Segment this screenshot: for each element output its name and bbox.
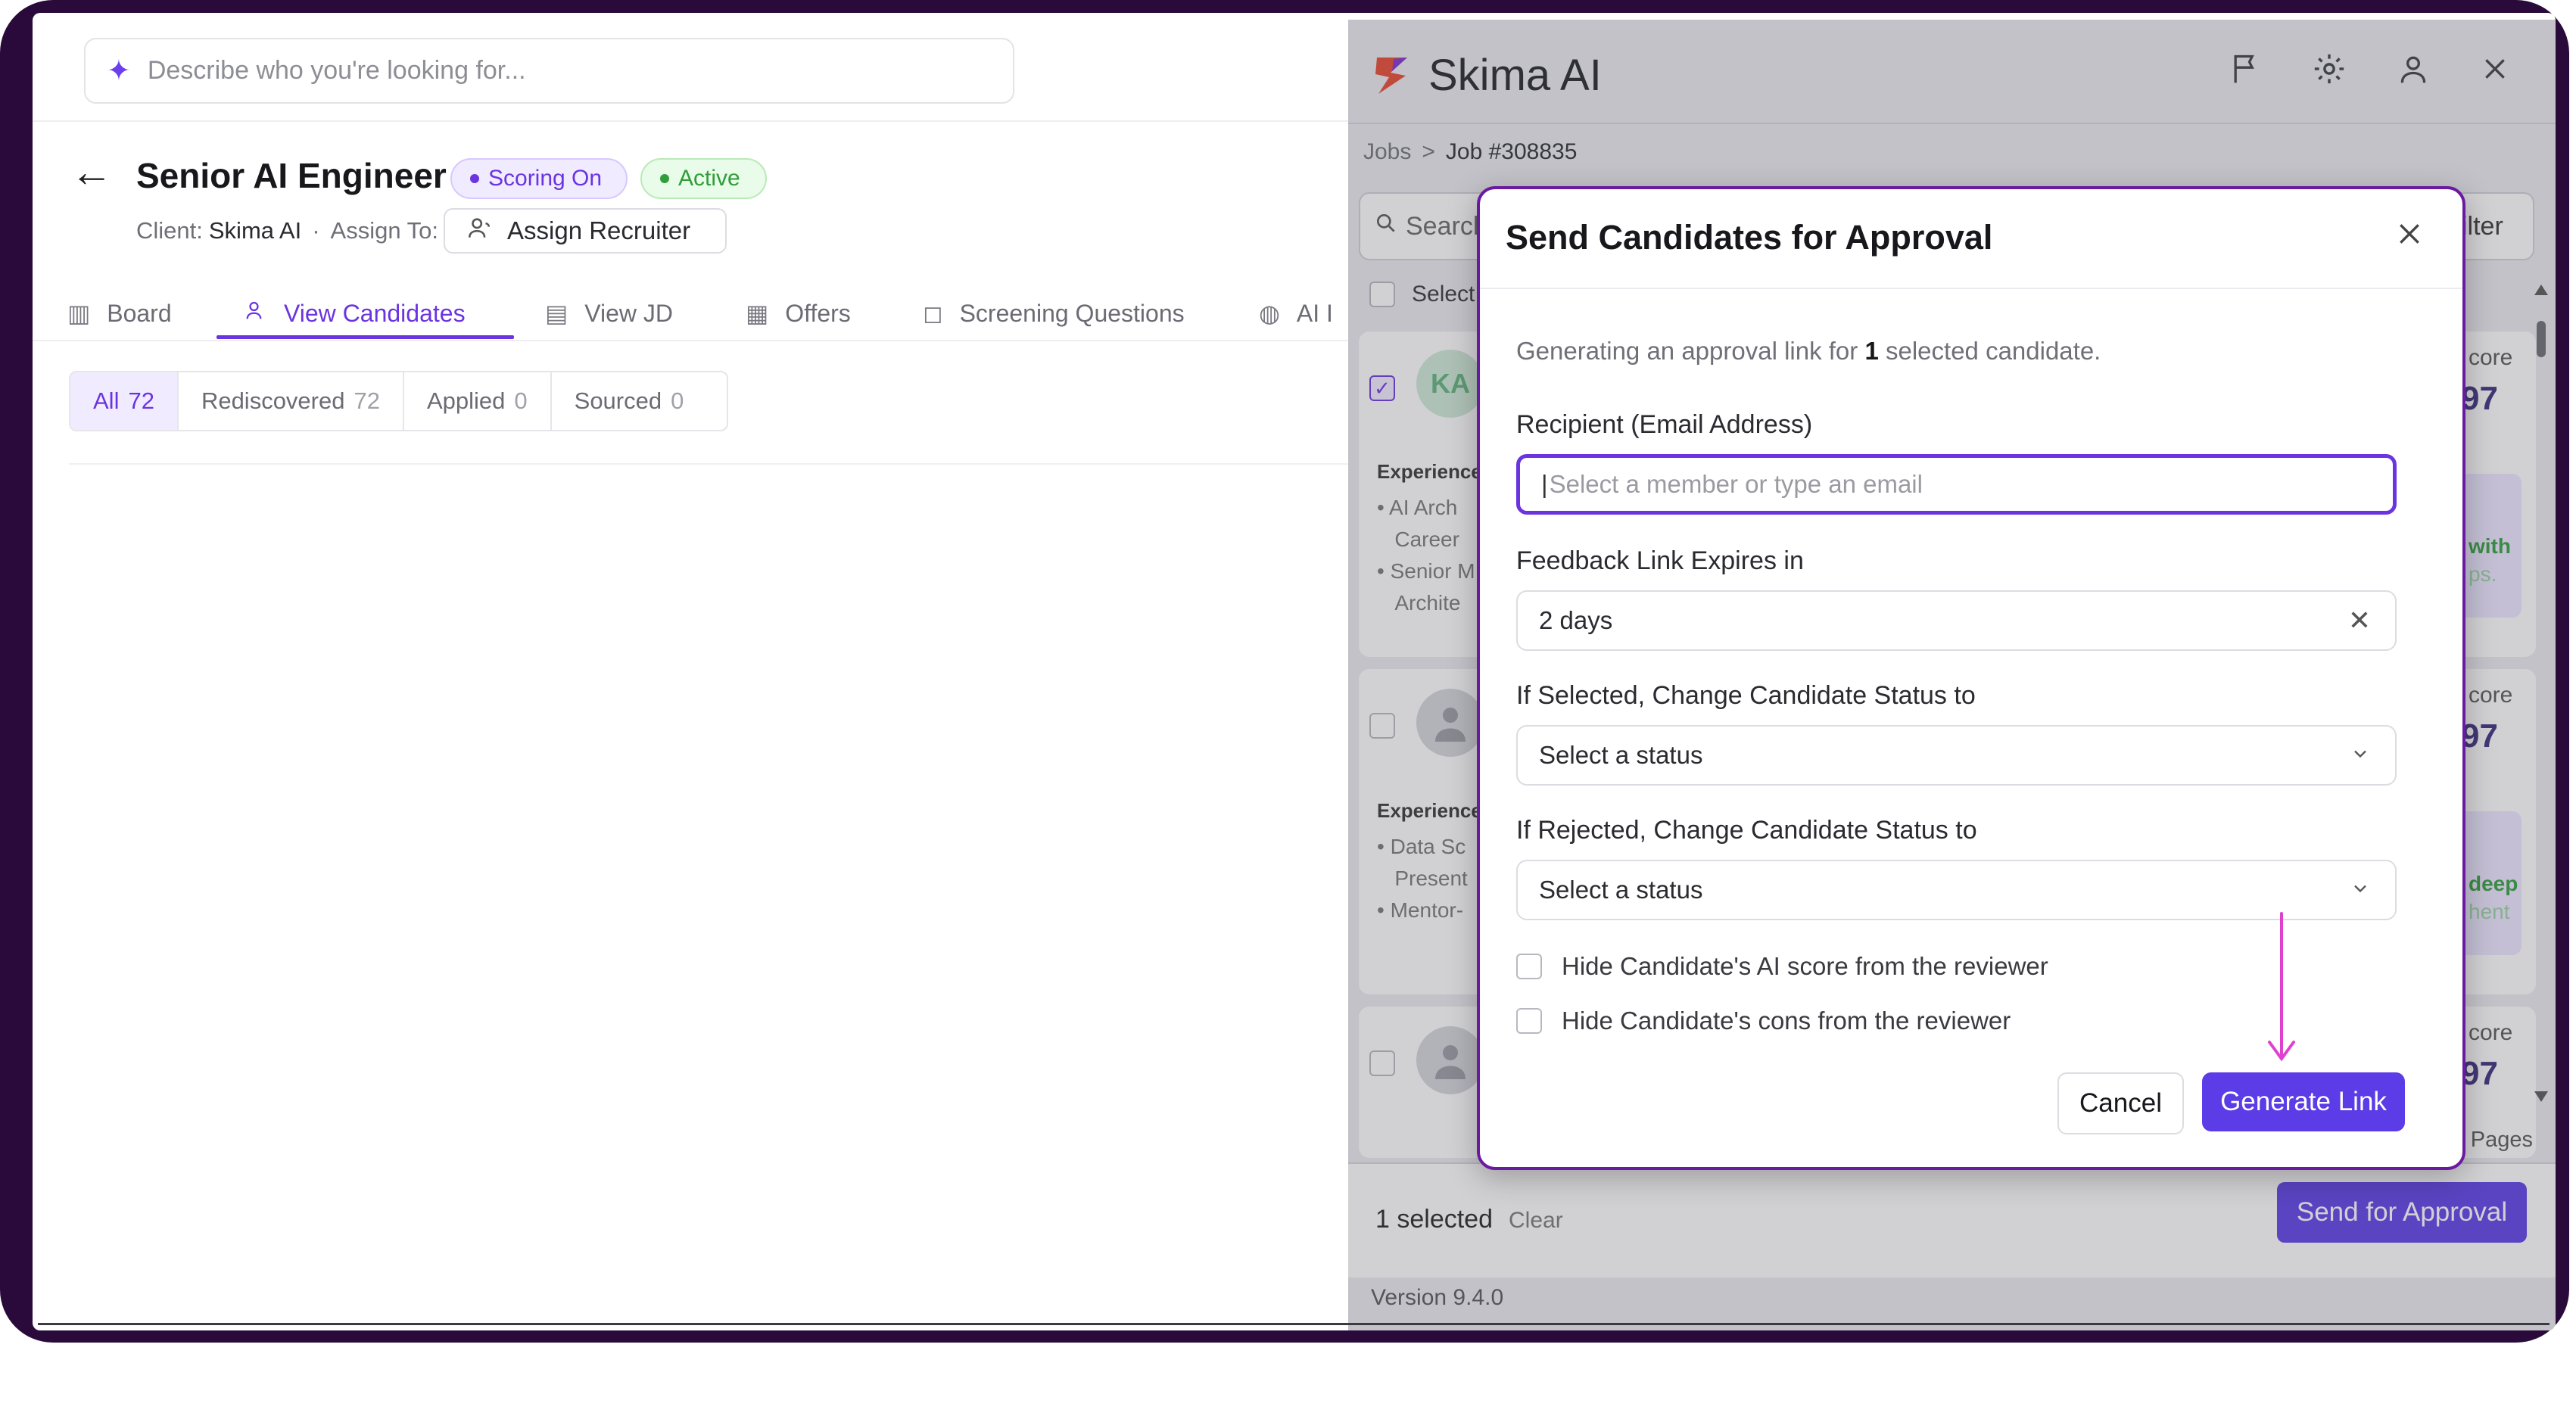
- filter-all[interactable]: All 72: [70, 372, 179, 430]
- client-info: Client: Skima AI · Assign To:: [136, 217, 438, 244]
- hide-score-checkbox[interactable]: [1516, 954, 1542, 979]
- tab-offers-label: Offers: [785, 299, 851, 327]
- filter-applied-label: Applied: [426, 387, 506, 414]
- send-approval-modal: Send Candidates for Approval Generating …: [1477, 186, 2465, 1170]
- assign-label: Assign To:: [330, 217, 438, 244]
- assign-recruiter-label: Assign Recruiter: [507, 216, 691, 244]
- rejected-status-value: Select a status: [1539, 876, 1703, 904]
- active-badge: Active: [640, 158, 767, 199]
- header-divider: [33, 120, 1350, 122]
- text-cursor: |: [1541, 470, 1548, 498]
- tab-view-candidates-label: View Candidates: [284, 299, 466, 327]
- tab-board[interactable]: ▥ Board: [67, 287, 172, 340]
- scoring-badge: Scoring On: [450, 158, 628, 199]
- hide-score-label: Hide Candidate's AI score from the revie…: [1562, 952, 2048, 980]
- filter-sourced[interactable]: Sourced 0: [552, 372, 707, 430]
- clear-icon[interactable]: ✕: [2348, 605, 2371, 636]
- selected-status-label: If Selected, Change Candidate Status to: [1516, 681, 1976, 710]
- tab-ai-label: AI I: [1296, 299, 1333, 327]
- search-placeholder: Describe who you're looking for...: [147, 56, 526, 85]
- filter-rediscovered-count: 72: [354, 387, 380, 414]
- recipient-placeholder: Select a member or type an email: [1549, 470, 1923, 498]
- hide-score-option[interactable]: Hide Candidate's AI score from the revie…: [1516, 952, 2048, 981]
- cancel-button[interactable]: Cancel: [2057, 1072, 2184, 1134]
- user-plus-icon: [466, 215, 492, 247]
- selected-status-value: Select a status: [1539, 741, 1703, 769]
- offer-icon: ▦: [746, 300, 769, 327]
- candidate-filter-segments: All 72 Rediscovered 72 Applied 0 Sourced…: [69, 371, 728, 431]
- active-badge-label: Active: [678, 166, 740, 191]
- filter-all-label: All: [93, 387, 120, 414]
- chevron-down-icon: [2350, 739, 2371, 771]
- status-dot-icon: [470, 174, 479, 183]
- selected-status-select[interactable]: Select a status: [1516, 725, 2397, 786]
- job-title: Senior AI Engineer: [136, 156, 447, 195]
- tabs-divider: [33, 340, 1350, 341]
- modal-title: Send Candidates for Approval: [1506, 218, 1993, 257]
- desc-count: 1: [1864, 337, 1879, 365]
- back-arrow-icon[interactable]: ←: [70, 151, 113, 193]
- chat-question-icon: ◻: [923, 300, 943, 327]
- expires-value: 2 days: [1539, 606, 1613, 634]
- assign-recruiter-button[interactable]: Assign Recruiter: [444, 208, 727, 254]
- board-icon: ▥: [67, 300, 91, 327]
- separator: ·: [312, 217, 320, 244]
- hide-cons-checkbox[interactable]: [1516, 1008, 1542, 1034]
- tab-view-jd[interactable]: ▤ View JD: [545, 287, 673, 340]
- hide-cons-option[interactable]: Hide Candidate's cons from the reviewer: [1516, 1007, 2011, 1035]
- filter-rediscovered-label: Rediscovered: [201, 387, 345, 414]
- filter-sourced-count: 0: [671, 387, 684, 414]
- rejected-status-select[interactable]: Select a status: [1516, 860, 2397, 920]
- expires-label: Feedback Link Expires in: [1516, 546, 1804, 575]
- client-value: Skima AI: [208, 217, 302, 244]
- users-icon: [245, 299, 267, 328]
- tab-screening-questions[interactable]: ◻ Screening Questions: [923, 287, 1185, 340]
- annotation-arrow-icon: [2266, 912, 2297, 1063]
- client-label: Client:: [136, 217, 203, 244]
- filter-applied-count: 0: [514, 387, 528, 414]
- window-bottom-edge: [38, 1323, 2550, 1325]
- recipient-email-input[interactable]: | Select a member or type an email: [1516, 454, 2397, 515]
- recipient-label: Recipient (Email Address): [1516, 410, 1813, 439]
- filter-applied[interactable]: Applied 0: [404, 372, 552, 430]
- generate-link-button[interactable]: Generate Link: [2202, 1072, 2405, 1131]
- content-divider: [69, 463, 1356, 465]
- hide-cons-label: Hide Candidate's cons from the reviewer: [1562, 1007, 2011, 1035]
- tab-screening-questions-label: Screening Questions: [959, 299, 1185, 327]
- desc-prefix: Generating an approval link for: [1516, 337, 1858, 365]
- scoring-badge-label: Scoring On: [488, 166, 603, 191]
- tab-view-candidates[interactable]: View Candidates: [245, 287, 466, 340]
- filter-rediscovered[interactable]: Rediscovered 72: [179, 372, 404, 430]
- filter-sourced-label: Sourced: [574, 387, 662, 414]
- modal-description: Generating an approval link for 1 select…: [1516, 337, 2101, 366]
- status-dot-icon: [660, 174, 669, 183]
- expires-select[interactable]: 2 days ✕: [1516, 590, 2397, 651]
- tab-view-jd-label: View JD: [584, 299, 674, 327]
- document-icon: ▤: [545, 300, 568, 327]
- candidate-search-bar[interactable]: ✦ Describe who you're looking for...: [84, 38, 1014, 104]
- sparkle-icon: ✦: [107, 55, 131, 87]
- ai-brain-icon: ◍: [1259, 300, 1280, 327]
- app-window: ✦ Describe who you're looking for... ← S…: [33, 13, 2556, 1330]
- desc-suffix: selected candidate.: [1885, 337, 2101, 365]
- filter-all-count: 72: [128, 387, 154, 414]
- modal-header-divider: [1480, 288, 2462, 289]
- close-icon[interactable]: [2394, 213, 2425, 256]
- active-tab-indicator: [216, 335, 514, 339]
- tab-board-label: Board: [107, 299, 172, 327]
- rejected-status-label: If Rejected, Change Candidate Status to: [1516, 816, 1977, 845]
- chevron-down-icon: [2350, 874, 2371, 906]
- tab-offers[interactable]: ▦ Offers: [746, 287, 851, 340]
- tab-ai[interactable]: ◍ AI I: [1259, 287, 1333, 340]
